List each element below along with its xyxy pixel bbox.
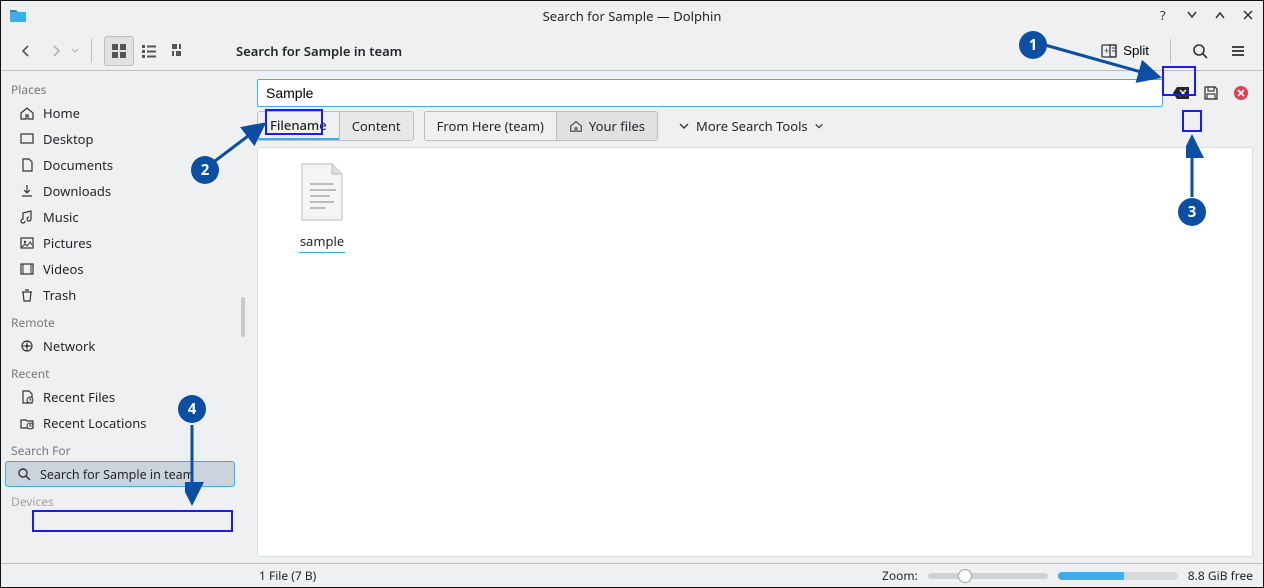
save-search-button[interactable] bbox=[1199, 81, 1223, 105]
results-view[interactable]: sample bbox=[257, 147, 1253, 557]
sidebar-item-trash[interactable]: Trash bbox=[5, 282, 235, 308]
split-button[interactable]: + Split bbox=[1092, 36, 1158, 66]
sidebar-item-label: Videos bbox=[43, 260, 84, 278]
zoom-slider[interactable] bbox=[928, 573, 1048, 579]
documents-icon bbox=[19, 157, 35, 173]
home-icon bbox=[569, 119, 583, 133]
search-mode-segment: Filename Content bbox=[257, 111, 414, 141]
search-input-wrap[interactable] bbox=[257, 79, 1163, 107]
sidebar-item-pictures[interactable]: Pictures bbox=[5, 230, 235, 256]
nav-dropdown-icon[interactable] bbox=[71, 44, 79, 58]
toolbar: Search for Sample in team + Split bbox=[1, 31, 1263, 71]
sidebar-item-label: Desktop bbox=[43, 130, 94, 148]
more-search-tools-button[interactable]: More Search Tools bbox=[672, 112, 830, 140]
videos-icon bbox=[19, 261, 35, 277]
searchfor-header: Search For bbox=[1, 436, 239, 461]
close-search-button[interactable] bbox=[1229, 81, 1253, 105]
compact-view-button[interactable] bbox=[134, 36, 164, 66]
network-icon bbox=[19, 338, 35, 354]
sidebar-item-label: Trash bbox=[43, 286, 76, 304]
svg-text:+: + bbox=[1104, 46, 1109, 56]
nav-buttons bbox=[11, 36, 79, 66]
view-mode-buttons bbox=[104, 36, 194, 66]
sidebar-item-label: Network bbox=[43, 337, 95, 355]
selection-underline bbox=[299, 252, 345, 253]
minimize-icon[interactable] bbox=[1183, 6, 1201, 24]
search-scope-segment: From Here (team) Your files bbox=[424, 111, 658, 141]
status-summary: 1 File (7 B) bbox=[259, 567, 316, 584]
sidebar: Places Home Desktop Documents Downloads … bbox=[1, 71, 239, 563]
sidebar-item-label: Home bbox=[43, 104, 80, 122]
sidebar-item-label: Downloads bbox=[43, 182, 111, 200]
sidebar-item-label: Documents bbox=[43, 156, 113, 174]
clear-search-button[interactable] bbox=[1169, 81, 1193, 105]
music-icon bbox=[19, 209, 35, 225]
sidebar-item-label: Recent Files bbox=[43, 388, 115, 406]
filter-fromhere-label: From Here (team) bbox=[437, 117, 544, 135]
titlebar: Search for Sample — Dolphin ? bbox=[1, 1, 1263, 31]
places-header: Places bbox=[1, 75, 239, 100]
recent-files-icon bbox=[19, 389, 35, 405]
downloads-icon bbox=[19, 183, 35, 199]
sidebar-item-videos[interactable]: Videos bbox=[5, 256, 235, 282]
annotation-badge-2: 2 bbox=[191, 156, 219, 184]
details-view-button[interactable] bbox=[164, 36, 194, 66]
free-space-label: 8.8 GiB free bbox=[1188, 567, 1253, 584]
sidebar-item-label: Music bbox=[43, 208, 79, 226]
filter-content-label: Content bbox=[352, 117, 401, 135]
app-folder-icon bbox=[9, 7, 27, 23]
search-toolbar-button[interactable] bbox=[1183, 36, 1217, 66]
trash-icon bbox=[19, 287, 35, 303]
status-bar: 1 File (7 B) Zoom: 8.8 GiB free bbox=[1, 563, 1263, 587]
search-icon bbox=[16, 466, 32, 482]
filter-filename-label: Filename bbox=[270, 116, 327, 134]
remote-header: Remote bbox=[1, 308, 239, 333]
maximize-icon[interactable] bbox=[1211, 6, 1229, 24]
filter-yourfiles-button[interactable]: Your files bbox=[556, 112, 657, 140]
sidebar-item-label: Pictures bbox=[43, 234, 92, 252]
annotation-badge-1: 1 bbox=[1019, 31, 1047, 59]
text-file-icon bbox=[296, 162, 348, 222]
split-label: Split bbox=[1123, 43, 1149, 58]
search-input[interactable] bbox=[264, 84, 1156, 102]
hamburger-menu-button[interactable] bbox=[1223, 36, 1253, 66]
sidebar-item-network[interactable]: Network bbox=[5, 333, 235, 359]
file-name-label: sample bbox=[300, 232, 344, 250]
sidebar-item-desktop[interactable]: Desktop bbox=[5, 126, 235, 152]
window-title: Search for Sample — Dolphin bbox=[543, 7, 722, 25]
filter-content-button[interactable]: Content bbox=[339, 112, 413, 140]
pictures-icon bbox=[19, 235, 35, 251]
back-button[interactable] bbox=[11, 36, 41, 66]
recent-locations-icon bbox=[19, 415, 35, 431]
separator bbox=[91, 39, 92, 63]
icons-view-button[interactable] bbox=[104, 36, 134, 66]
disk-usage-bar bbox=[1058, 572, 1178, 580]
close-icon[interactable] bbox=[1239, 6, 1257, 24]
home-icon bbox=[19, 105, 35, 121]
content-area: Filename Content From Here (team) Your f… bbox=[247, 71, 1263, 563]
zoom-label: Zoom: bbox=[882, 567, 918, 584]
sidebar-item-label: Recent Locations bbox=[43, 414, 146, 432]
sidebar-item-home[interactable]: Home bbox=[5, 100, 235, 126]
desktop-icon bbox=[19, 131, 35, 147]
annotation-badge-4: 4 bbox=[178, 395, 206, 423]
sidebar-item-label: Search for Sample in team bbox=[40, 466, 194, 483]
more-tools-label: More Search Tools bbox=[696, 117, 808, 135]
splitter[interactable] bbox=[239, 71, 247, 563]
file-item[interactable]: sample bbox=[272, 162, 372, 253]
sidebar-item-saved-search[interactable]: Search for Sample in team bbox=[5, 461, 235, 487]
forward-button[interactable] bbox=[41, 36, 71, 66]
separator bbox=[1170, 39, 1171, 63]
recent-header: Recent bbox=[1, 359, 239, 384]
svg-text:?: ? bbox=[1160, 8, 1166, 22]
filter-fromhere-button[interactable]: From Here (team) bbox=[425, 112, 556, 140]
filter-yourfiles-label: Your files bbox=[589, 117, 645, 135]
help-icon[interactable]: ? bbox=[1155, 6, 1173, 24]
filter-filename-button[interactable]: Filename bbox=[258, 112, 339, 140]
devices-header: Devices bbox=[1, 487, 239, 512]
sidebar-item-music[interactable]: Music bbox=[5, 204, 235, 230]
annotation-badge-3: 3 bbox=[1178, 198, 1206, 226]
location-label: Search for Sample in team bbox=[236, 42, 402, 60]
